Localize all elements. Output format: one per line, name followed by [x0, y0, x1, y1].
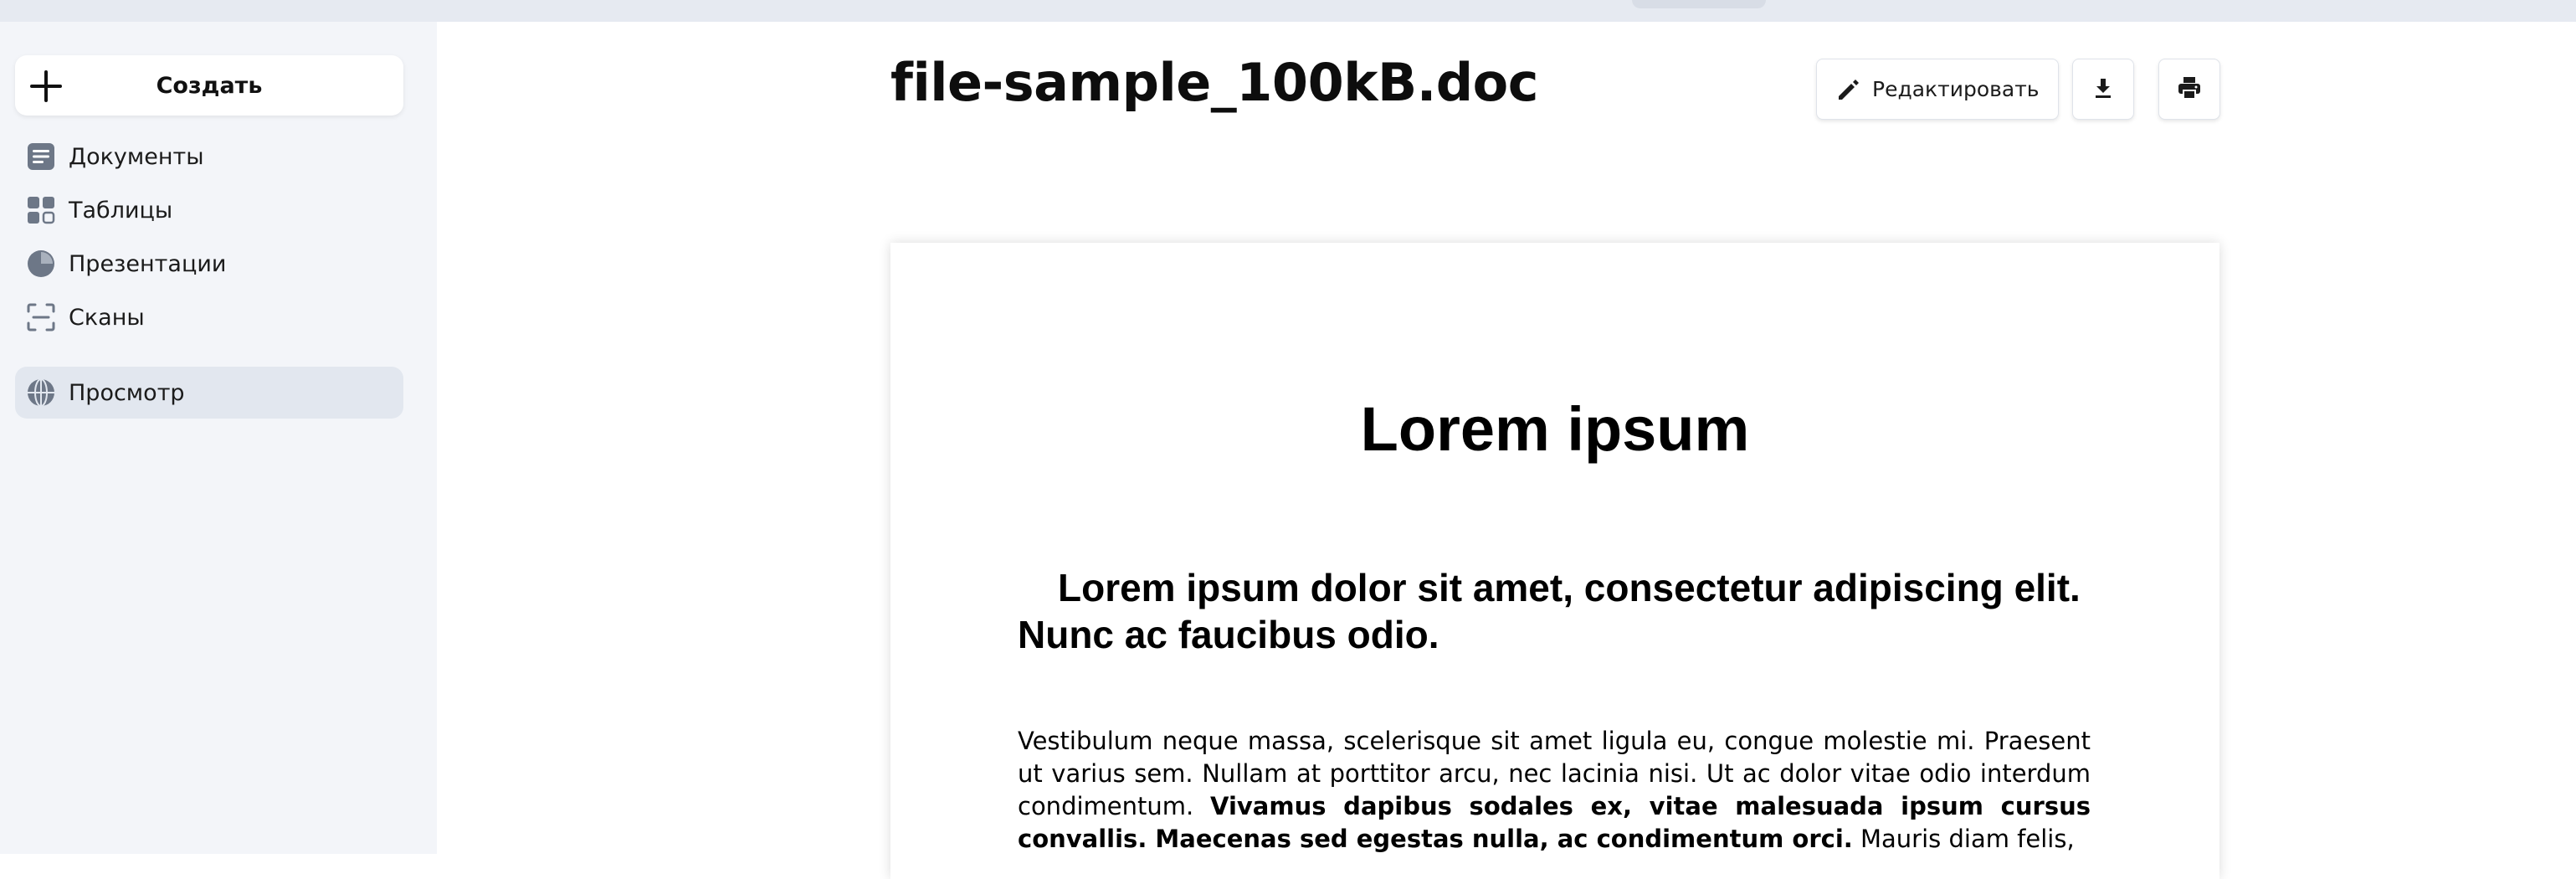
sidebar-item-label: Таблицы [69, 197, 173, 224]
print-button[interactable] [2158, 59, 2220, 120]
create-button-label: Создать [156, 72, 263, 99]
document-paragraph: Vestibulum neque massa, scelerisque sit … [1018, 725, 2091, 856]
pencil-icon [1835, 76, 1862, 103]
sidebar-item-label: Сканы [69, 304, 145, 331]
sidebar-item-label: Документы [69, 143, 204, 170]
sidebar-item-view[interactable]: Просмотр [15, 367, 403, 419]
sidebar-item-presentations[interactable]: Презентации [15, 238, 403, 290]
document-subheading: Lorem ipsum dolor sit amet, consectetur … [1018, 566, 2081, 656]
document-page: Lorem ipsum Lorem ipsum dolor sit amet, … [890, 243, 2219, 879]
print-icon [2176, 75, 2203, 105]
sidebar-item-tables[interactable]: Таблицы [15, 184, 403, 236]
document-icon [27, 142, 55, 171]
scan-icon [27, 303, 55, 332]
edit-button-label: Редактировать [1872, 77, 2040, 101]
paragraph-text: Mauris diam felis, [1852, 825, 2075, 853]
sidebar-item-documents[interactable]: Документы [15, 131, 403, 182]
globe-icon [27, 378, 55, 407]
document-heading: Lorem ipsum [1360, 394, 1750, 464]
create-button[interactable]: Создать [15, 55, 403, 116]
sidebar-item-label: Просмотр [69, 379, 185, 406]
table-icon [27, 196, 55, 224]
browser-top-bar [0, 0, 2576, 22]
page-title: file-sample_100kB.doc [890, 52, 1538, 113]
download-icon [2091, 75, 2116, 104]
sidebar: Создать Документы Таблицы Презентации Ск… [0, 22, 437, 854]
edit-button[interactable]: Редактировать [1816, 59, 2059, 120]
sidebar-item-label: Презентации [69, 250, 227, 277]
top-bar-tab[interactable] [1632, 0, 1766, 8]
download-button[interactable] [2072, 59, 2134, 120]
sidebar-item-scans[interactable]: Сканы [15, 291, 403, 343]
presentation-icon [27, 249, 55, 278]
